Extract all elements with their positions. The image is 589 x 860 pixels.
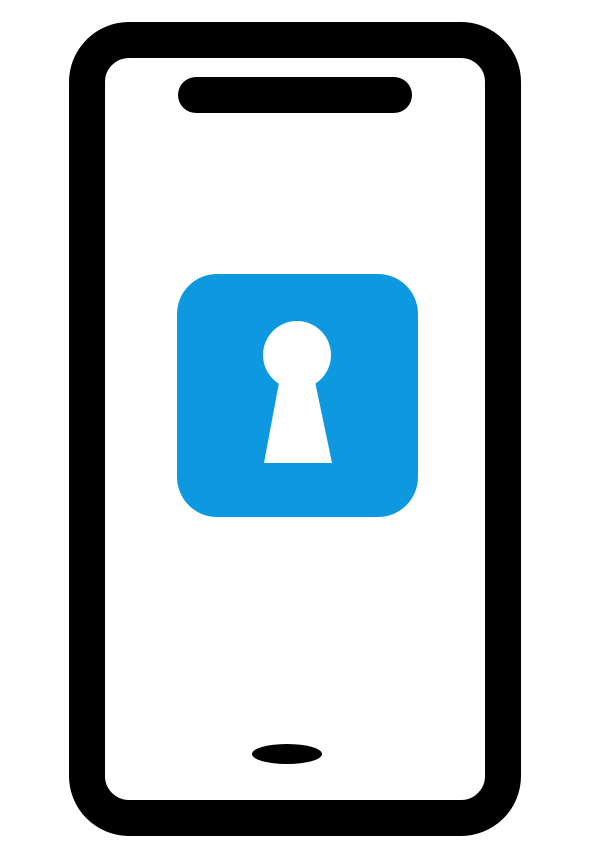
speaker-slot xyxy=(178,77,412,113)
home-button xyxy=(252,744,322,764)
illustration-canvas xyxy=(0,0,589,860)
smartphone-lock-icon xyxy=(69,22,521,836)
